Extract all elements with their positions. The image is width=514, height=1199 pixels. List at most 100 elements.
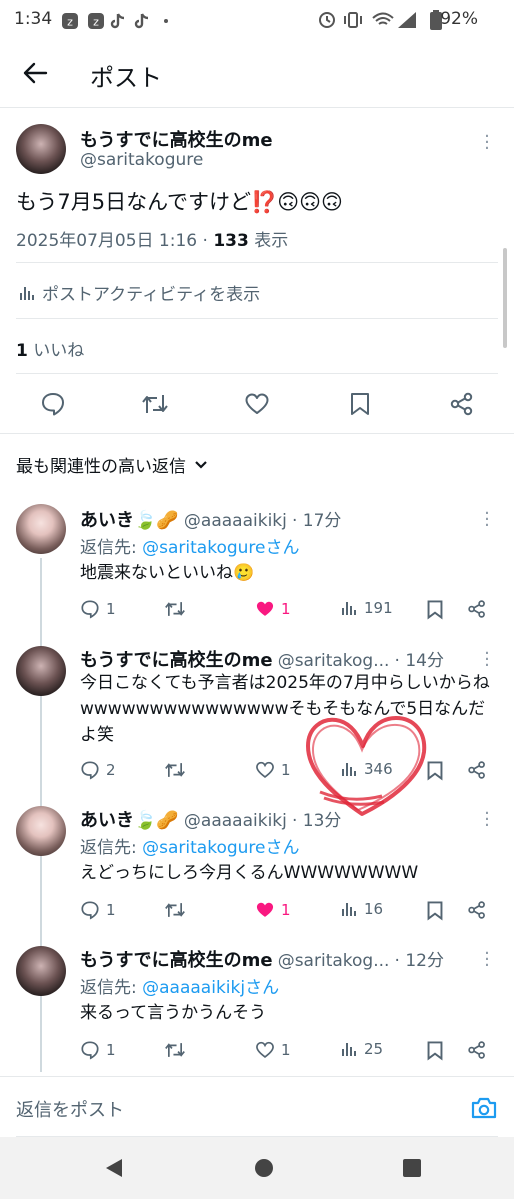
reply-retweet-button[interactable] [164, 900, 192, 920]
retweet-icon [165, 903, 185, 917]
reply-author-name[interactable]: もうすでに高校生のme [80, 650, 273, 671]
nav-home-icon[interactable] [254, 1158, 274, 1178]
post-more-dots-icon[interactable]: · · · [484, 128, 490, 158]
reply-header: もうすでに高校生のme @saritakog... · 12分 [80, 946, 444, 972]
reply-bookmark-icon[interactable] [426, 1040, 444, 1061]
reply-to-prefix: 返信先: [80, 978, 143, 998]
reply-retweet-button[interactable] [164, 1040, 192, 1060]
reply-views-count: 25 [364, 1040, 384, 1058]
reply-more-dots-icon[interactable]: · · · [484, 645, 490, 675]
reply-author-name[interactable]: もうすでに高校生のme [80, 950, 273, 971]
reply-to-mention[interactable]: @saritakogureさん [142, 838, 299, 858]
post-likes-count: 1 [16, 341, 28, 361]
post-like-icon[interactable] [244, 391, 270, 417]
reply-bookmark-icon[interactable] [426, 900, 444, 921]
post-likes-label: いいね [33, 341, 85, 361]
reply-bookmark-icon[interactable] [426, 599, 444, 620]
post-retweet-icon[interactable] [141, 391, 169, 417]
post-divider-3 [16, 373, 498, 374]
post-views-label: 表示 [254, 231, 289, 251]
post-author-name[interactable]: もうすでに高校生のme [80, 126, 273, 152]
sort-dropdown[interactable]: 最も関連性の高い返信 [16, 452, 208, 477]
reply-reply-button[interactable]: 1 [80, 599, 116, 619]
reply-share-icon[interactable] [467, 1040, 487, 1060]
reply-header: あいき🍃🥜 @aaaaaikikj · 17分 [80, 506, 341, 532]
post-author-handle[interactable]: @saritakogure [80, 150, 203, 170]
reply-avatar[interactable] [16, 946, 66, 996]
reply-time: · 12分 [394, 951, 444, 971]
nav-back-icon[interactable] [104, 1157, 124, 1179]
reply-reply-count: 2 [106, 761, 116, 779]
reply-like-button[interactable]: 1 [255, 599, 291, 619]
reply-reply-count: 1 [106, 901, 116, 919]
reply-reply-button[interactable]: 2 [80, 760, 116, 780]
post-likes[interactable]: 1 いいね [16, 336, 84, 361]
reply-more-dots-icon[interactable]: · · · [484, 505, 490, 535]
reply-author-handle[interactable]: @saritakog... [278, 951, 390, 971]
reply-author-name[interactable]: あいき🍃🥜 [80, 810, 179, 831]
status-bar: 1:34 z z 92% [0, 0, 514, 40]
reply-views-button[interactable]: 16 [340, 900, 383, 918]
reply-header: もうすでに高校生のme @saritakog... · 14分 [80, 646, 444, 672]
post-divider-1 [16, 262, 498, 263]
views-icon [342, 903, 356, 916]
svg-text:z: z [67, 16, 73, 29]
reply-share-icon[interactable] [467, 599, 487, 619]
post-reply-icon[interactable] [40, 391, 66, 417]
compose-divider [0, 1076, 514, 1077]
post-author-avatar[interactable] [16, 124, 66, 174]
views-icon [342, 1043, 356, 1056]
reply-author-name[interactable]: あいき🍃🥜 [80, 510, 179, 531]
post-share-icon[interactable] [449, 391, 475, 417]
reply-retweet-button[interactable] [164, 760, 192, 780]
reply-to-mention[interactable]: @saritakogureさん [142, 538, 299, 558]
camera-icon[interactable] [470, 1095, 498, 1121]
post-text: もう7月5日なんですけど⁉️🙃🙃🙃 [16, 190, 343, 214]
reply-text: 地震来ないといいね🥲 [80, 563, 255, 583]
post-date: 2025年07月05日 1:16 [16, 231, 198, 251]
reply-time: · 14分 [394, 651, 444, 671]
reply-like-button[interactable]: 1 [255, 760, 291, 780]
reply-share-icon[interactable] [467, 900, 487, 920]
post-views-count: 133 [213, 231, 249, 251]
reply-like-button[interactable]: 1 [255, 900, 291, 920]
reply-to-prefix: 返信先: [80, 838, 143, 858]
reply-author-handle[interactable]: @aaaaaikikj [184, 811, 287, 831]
svg-text:z: z [93, 16, 99, 29]
reply-more-dots-icon[interactable]: · · · [484, 805, 490, 835]
reply-like-button[interactable]: 1 [255, 1040, 291, 1060]
reply-avatar[interactable] [16, 646, 66, 696]
status-time: 1:34 [14, 9, 53, 29]
reply-reply-count: 1 [106, 1041, 116, 1059]
reply-views-button[interactable]: 25 [340, 1040, 383, 1058]
post-activity-link[interactable]: ポストアクティビティを表示 [18, 280, 260, 305]
views-icon [20, 286, 34, 300]
nav-recents-icon[interactable] [402, 1158, 422, 1178]
post-bookmark-icon[interactable] [349, 391, 371, 417]
reply-avatar[interactable] [16, 504, 66, 554]
reply-author-handle[interactable]: @aaaaaikikj [184, 511, 287, 531]
reply-to-prefix: 返信先: [80, 538, 143, 558]
like-icon-filled [256, 902, 274, 917]
post-activity-label: ポストアクティビティを表示 [42, 285, 261, 305]
reply-to-line: 返信先: @saritakogureさん [80, 833, 300, 858]
compose-input[interactable]: 返信をポスト [16, 1096, 124, 1122]
reply-like-count: 1 [281, 600, 291, 618]
reply-avatar[interactable] [16, 806, 66, 856]
reply-like-count: 1 [281, 761, 291, 779]
back-arrow-icon[interactable] [22, 60, 48, 86]
retweet-icon [165, 1043, 185, 1057]
reply-views-button[interactable]: 191 [340, 599, 393, 617]
reply-author-handle[interactable]: @saritakog... [278, 651, 390, 671]
retweet-icon [165, 602, 185, 616]
reply-to-mention[interactable]: @aaaaaikikjさん [142, 978, 279, 998]
page-title: ポスト [90, 64, 162, 92]
actions-divider [0, 433, 514, 434]
reply-reply-button[interactable]: 1 [80, 1040, 116, 1060]
scrollbar[interactable] [503, 248, 507, 348]
reply-more-dots-icon[interactable]: · · · [484, 945, 490, 975]
reply-share-icon[interactable] [467, 760, 487, 780]
reply-retweet-button[interactable] [164, 599, 192, 619]
reply-views-count: 16 [364, 900, 384, 918]
reply-reply-button[interactable]: 1 [80, 900, 116, 920]
